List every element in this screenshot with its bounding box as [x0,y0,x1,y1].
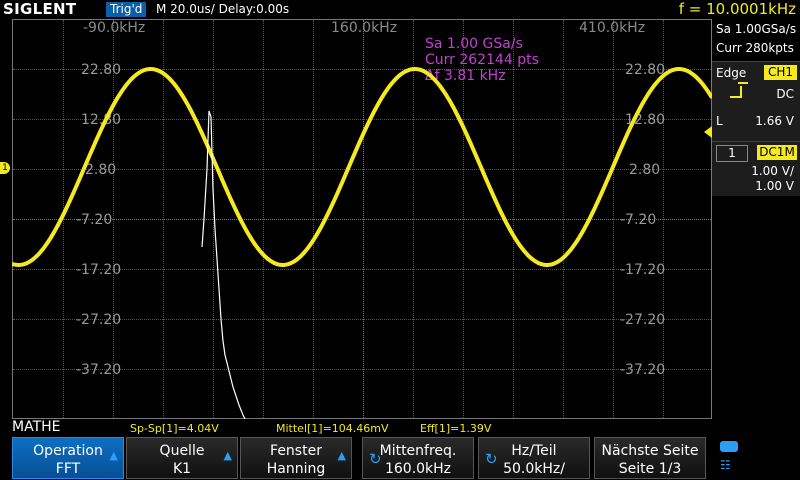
up-arrow-icon: ▲ [223,449,232,462]
softkey-bar: Operation FFT ▲ Quelle K1 ▲ Fenster Hann… [0,437,800,480]
channel-settings-box[interactable]: 1 DC1M 1.00 V/ 1.00 V [712,141,800,196]
measurement-rms: Eff[1]=1.39V [420,422,492,435]
softkey-value: Hanning [266,461,326,477]
trigger-level-arrow-icon [704,126,712,138]
trigger-coupling: DC [776,87,794,101]
channel-coupling-badge: DC1M [757,145,797,160]
trigger-settings-box[interactable]: Edge CH1 DC L 1.66 V [704,61,800,150]
measurement-peak-peak: Sp-Sp[1]=4.04V [130,422,219,435]
channel-probe: 1.00 V [755,179,794,193]
softkey-value: K1 [172,461,192,477]
frequency-counter: f = 10.0001kHz [678,0,796,18]
up-arrow-icon: ▲ [109,449,118,462]
softkey-hz-per-div[interactable]: ↻ Hz/Teil 50.0kHz/ [478,437,590,479]
channel-scale: 1.00 V/ [751,164,794,178]
trigger-source-badge: CH1 [764,65,797,80]
trace-layer [12,67,712,419]
softkey-source[interactable]: Quelle K1 ▲ [126,437,238,479]
softkey-title: Fenster [270,443,322,459]
up-arrow-icon: ▲ [337,449,346,462]
softkey-value: FFT [55,461,81,477]
softkey-value: Seite 1/3 [618,461,682,477]
softkey-window[interactable]: Fenster Hanning ▲ [240,437,352,479]
storage-icon[interactable] [720,441,738,452]
measurement-mean: Mittel[1]=104.46mV [276,422,389,435]
right-info-panel: Sa 1.00GSa/s Curr 280kpts Edge CH1 DC L … [704,19,800,419]
trigger-level-value: 1.66 V [755,114,794,128]
brand-logo: SIGLENT [3,0,77,18]
timebase-readout: M 20.0us/ Delay:0.00s [156,2,290,16]
sample-rate-readout: Sa 1.00GSa/s [716,22,797,36]
rotary-knob-icon: ↻ [485,450,498,468]
ch1-offset-marker[interactable]: 1 [0,162,10,174]
ch1-trace [12,67,712,268]
softkey-center-frequency[interactable]: ↻ Mittenfreq. 160.0kHz [362,437,474,479]
measurement-bar: MATHE Sp-Sp[1]=4.04V Mittel[1]=104.46mV … [0,419,712,437]
softkey-next-page[interactable]: Nächste Seite Seite 1/3 [594,437,706,479]
softkey-title: Quelle [159,443,205,459]
channel-number: 1 [716,145,748,162]
softkey-operation[interactable]: Operation FFT ▲ [12,437,124,479]
rotary-knob-icon: ↻ [369,450,382,468]
softkey-title: Operation [33,443,103,459]
menu-title: MATHE [12,419,61,435]
memory-depth-readout: Curr 280kpts [716,41,794,55]
trigger-status-badge: Trig'd [106,2,147,17]
rising-edge-icon [730,82,748,98]
status-bar: SIGLENT Trig'd M 20.0us/ Delay:0.00s f =… [0,0,800,19]
utility-icons: ☷ [720,441,738,472]
trigger-level-label: L [716,114,723,128]
fft-trace [201,110,246,419]
trigger-type: Edge [716,66,747,80]
network-icon[interactable]: ☷ [720,458,738,472]
softkey-title: Nächste Seite [601,443,699,459]
